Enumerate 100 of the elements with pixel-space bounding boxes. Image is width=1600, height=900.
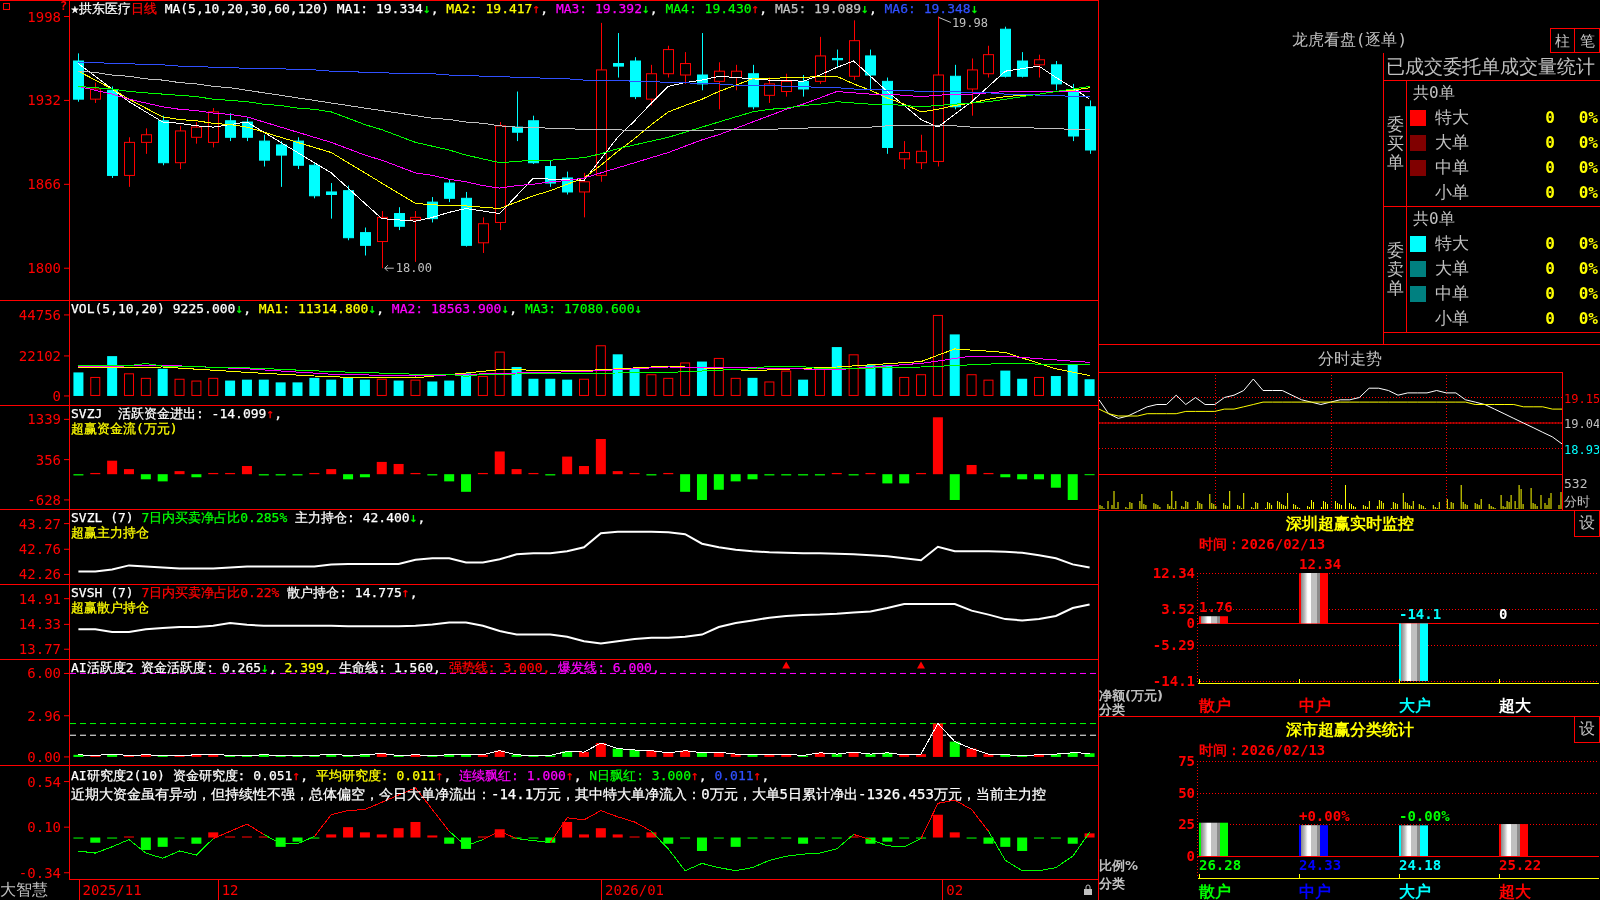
- category-label: 超大: [1499, 882, 1531, 900]
- indicator-bar: [511, 469, 522, 475]
- candlestick: [360, 227, 371, 256]
- indicator-bar: [545, 474, 556, 476]
- chart-subtitle: 时间：2026/02/13: [1199, 743, 1326, 758]
- indicator-bar: [713, 752, 724, 757]
- indicator-bar: [1050, 837, 1061, 839]
- candlestick: [697, 32, 708, 91]
- volume-bar: [124, 373, 134, 396]
- view-toggle-button[interactable]: 笔: [1575, 28, 1600, 53]
- order-count: 0: [1544, 158, 1555, 177]
- volume-bar: [343, 377, 354, 396]
- lock-icon: [1084, 884, 1092, 895]
- indicator-bar: [343, 755, 354, 757]
- volume-bar: [764, 381, 775, 396]
- indicator-bar: [1034, 754, 1044, 757]
- axis-label: -0.34: [18, 864, 61, 880]
- category-label: 散户: [1199, 882, 1231, 900]
- settings-button[interactable]: 设: [1574, 511, 1600, 537]
- indicator-bar: [157, 474, 168, 482]
- candlestick: [90, 82, 101, 104]
- candlestick: [916, 134, 927, 170]
- volume-bar: [1034, 376, 1044, 396]
- indicator-bar: [241, 836, 252, 838]
- indicator-bar: [410, 754, 421, 757]
- indicator-bar: [208, 754, 219, 757]
- legend-text: 7日内买卖净占比0.22%: [141, 585, 280, 600]
- order-share: 0%: [1577, 133, 1598, 152]
- indicator-bar: [309, 755, 320, 757]
- order-share: 0%: [1577, 259, 1598, 278]
- axis-label: 42.26: [18, 566, 61, 583]
- indicator-bar: [899, 474, 910, 484]
- indicator-bar: [814, 837, 825, 839]
- legend-text: 主力持仓: 42.400↓,: [295, 510, 426, 525]
- category-label: 大户: [1399, 696, 1431, 715]
- volume-bar: [461, 373, 472, 396]
- volume-bar: [1067, 364, 1078, 396]
- indicator-bar: [326, 754, 337, 757]
- indicator-bar: [848, 836, 859, 838]
- chart-subtitle: 时间：2026/02/13: [1199, 537, 1326, 552]
- indicator-bar: [949, 474, 960, 500]
- indicator-bar: [882, 752, 893, 757]
- candlestick: [377, 210, 388, 269]
- panel-title: 龙虎看盘(逐单): [1290, 31, 1409, 51]
- indicator-bar: [241, 466, 252, 475]
- view-toggle-button[interactable]: 柱: [1550, 28, 1575, 53]
- axis-label: 6.00: [27, 665, 61, 682]
- volume-bar: [1084, 379, 1095, 396]
- order-total: 共0单: [1412, 208, 1456, 230]
- indicator-bar: [612, 748, 623, 757]
- volume-bar: [916, 374, 927, 396]
- value-label: 26.28: [1199, 857, 1242, 873]
- axis-label: 14.33: [18, 616, 61, 633]
- indicator-bar: [427, 755, 438, 757]
- candlestick: [562, 171, 573, 195]
- indicator-bar: [1050, 754, 1061, 757]
- indicator-bar: [646, 832, 657, 838]
- indicator-bar: [309, 837, 320, 839]
- order-share: 0%: [1577, 158, 1598, 177]
- volume-bar: [899, 376, 910, 396]
- panel-title: 分时走势: [1316, 348, 1383, 370]
- indicator-bar: [696, 474, 707, 500]
- volume-bar: [865, 365, 876, 396]
- indicator-bar: [848, 474, 859, 476]
- axis-label: 44756: [18, 306, 61, 323]
- category-label: 中户: [1299, 882, 1331, 900]
- category-label: 超大: [1499, 696, 1531, 715]
- axis-label: 75: [1178, 753, 1195, 769]
- indicator-bar: [730, 754, 741, 757]
- category-label: 散户: [1199, 696, 1231, 715]
- indicator-bar: [225, 472, 236, 475]
- indicator-bar: [444, 837, 455, 844]
- candlestick: [613, 32, 624, 79]
- settings-button[interactable]: 设: [1574, 717, 1600, 743]
- value-label: -14.1: [1399, 606, 1442, 623]
- ratio-bar: [1299, 825, 1328, 856]
- indicator-bar: [477, 472, 488, 475]
- volume-bar: [258, 379, 269, 396]
- candlestick: [714, 61, 725, 110]
- indicator-bar: [545, 837, 556, 843]
- volume-bar: [73, 372, 84, 396]
- legend-text: 强势线: 3.000,: [448, 660, 551, 675]
- value-label: 0: [1499, 606, 1508, 623]
- brand-name: 大智慧: [0, 880, 49, 900]
- volume-bar: [545, 378, 556, 396]
- candlestick: [427, 196, 438, 223]
- date-label: 12: [221, 882, 239, 898]
- axis-label: 50: [1178, 784, 1195, 801]
- value-label: 24.33: [1299, 857, 1342, 873]
- candlestick: [950, 64, 961, 110]
- axis-label: 43.27: [18, 515, 61, 532]
- volume-bar: [359, 379, 370, 396]
- axis-label: 13.77: [18, 641, 61, 658]
- price-callout: 18.00: [384, 261, 432, 276]
- axis-title: 分时: [1564, 494, 1590, 509]
- legend-text: MA2: 19.417↑,: [446, 1, 549, 16]
- indicator-bar: [865, 754, 876, 757]
- order-size-label: 大单: [1435, 257, 1470, 280]
- indicator-bar: [781, 474, 792, 476]
- candlestick: [343, 185, 354, 241]
